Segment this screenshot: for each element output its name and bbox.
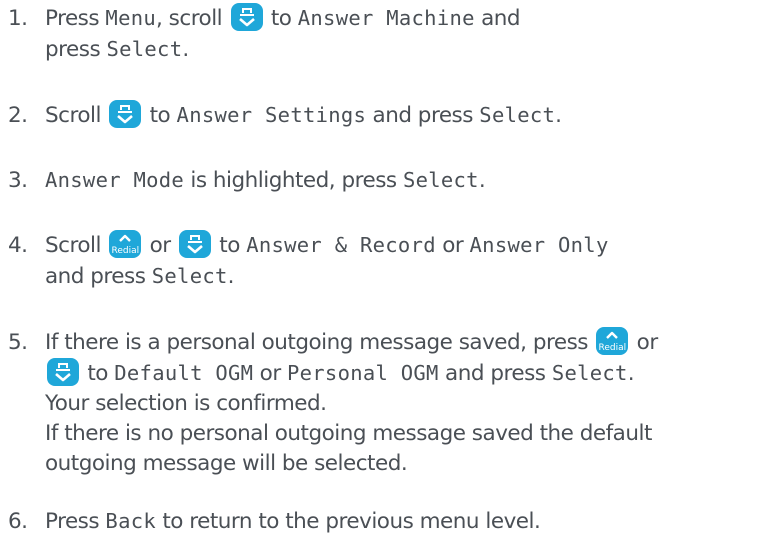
- redial-up-key-icon: Redial: [596, 327, 629, 355]
- phonebook-down-key-icon: [109, 100, 142, 128]
- step-1-line-1: 1. Press Menu, scroll to Answer Machine a…: [8, 3, 758, 34]
- step-text: to: [212, 233, 247, 258]
- step-text: and press: [45, 264, 152, 289]
- step-text: press: [45, 37, 107, 62]
- step-text: to: [81, 361, 115, 386]
- step-number: 4.: [8, 233, 28, 258]
- step-4: 4. Scroll Redial or to Answer & Record or…: [8, 230, 758, 292]
- display-text-answer-machine: Answer Machine: [297, 6, 475, 30]
- step-5-line-2: to Default OGM or Personal OGM and press…: [8, 358, 758, 389]
- step-3: 3. Answer Mode is highlighted, press Sele…: [8, 165, 758, 196]
- step-text: Press: [45, 509, 106, 534]
- step-6-line-1: 6. Press Back to return to the previous m…: [8, 506, 758, 537]
- display-text-default-ogm: Default OGM: [114, 361, 254, 385]
- step-text: or: [143, 233, 177, 258]
- instruction-list: 1. Press Menu, scroll to Answer Machine a…: [0, 0, 758, 542]
- step-2: 2. Scroll to Answer Settings and press Se…: [8, 100, 758, 131]
- display-text-select: Select: [151, 264, 228, 288]
- display-text-answer-settings: Answer Settings: [176, 103, 367, 127]
- step-text: .: [227, 264, 235, 289]
- step-text: and press: [366, 103, 480, 128]
- display-text-answer-and-record: Answer & Record: [246, 233, 436, 257]
- step-text: If there is a personal outgoing message …: [45, 330, 595, 355]
- step-5-line-5: outgoing message will be selected.: [45, 451, 408, 476]
- display-text-answer-mode: Answer Mode: [45, 168, 185, 192]
- step-number: 3.: [8, 168, 28, 193]
- step-text: and press: [438, 361, 552, 386]
- step-number: 5.: [8, 330, 28, 355]
- step-text: Scroll: [45, 233, 108, 258]
- step-text: to: [143, 103, 177, 128]
- display-text-select: Select: [551, 361, 628, 385]
- step-text: , scroll: [156, 6, 229, 31]
- display-text-back: Back: [105, 509, 156, 533]
- step-text: Scroll: [45, 103, 108, 128]
- step-5: 5. If there is a personal outgoing messag…: [8, 327, 758, 479]
- step-text: is highlighted, press: [184, 168, 403, 193]
- phonebook-down-key-icon: [47, 358, 79, 386]
- display-text-select: Select: [479, 103, 556, 127]
- display-text-menu: Menu: [105, 6, 156, 30]
- step-2-line-1: 2. Scroll to Answer Settings and press Se…: [8, 100, 758, 131]
- step-6: 6. Press Back to return to the previous m…: [8, 506, 758, 537]
- display-text-select: Select: [402, 168, 479, 192]
- step-text: .: [627, 361, 635, 386]
- display-text-answer-only: Answer Only: [469, 233, 609, 257]
- step-text: or: [435, 233, 470, 258]
- redial-key-label: Redial: [598, 343, 627, 353]
- step-text: .: [478, 168, 486, 193]
- display-text-personal-ogm: Personal OGM: [287, 361, 439, 385]
- step-text: to return to the previous menu level.: [156, 509, 541, 534]
- display-text-select: Select: [106, 37, 183, 61]
- phonebook-down-key-icon: [178, 230, 211, 258]
- step-text: or: [630, 330, 659, 355]
- step-4-line-1: 4. Scroll Redial or to Answer & Record or…: [8, 230, 758, 261]
- step-5-line-3: Your selection is confirmed.: [45, 391, 327, 416]
- phonebook-down-key-icon: [230, 3, 263, 31]
- step-number: 1.: [8, 6, 28, 31]
- step-1: 1. Press Menu, scroll to Answer Machine a…: [8, 3, 758, 65]
- step-number: 6.: [8, 509, 28, 534]
- redial-up-key-icon: Redial: [109, 230, 142, 258]
- step-text: Press: [45, 6, 106, 31]
- redial-key-label: Redial: [111, 246, 140, 256]
- step-text: .: [555, 103, 562, 128]
- step-1-line-2: press Select.: [8, 34, 758, 65]
- step-5-line-1: 5. If there is a personal outgoing messag…: [8, 327, 758, 358]
- step-5-line-4: If there is no personal outgoing message…: [45, 421, 652, 446]
- step-text: and: [474, 6, 521, 31]
- step-text: to: [264, 6, 298, 31]
- step-3-line-1: 3. Answer Mode is highlighted, press Sele…: [8, 165, 758, 196]
- step-text: or: [253, 361, 287, 386]
- step-text: .: [182, 37, 189, 62]
- step-4-line-2: and press Select.: [8, 261, 758, 292]
- step-number: 2.: [8, 103, 28, 128]
